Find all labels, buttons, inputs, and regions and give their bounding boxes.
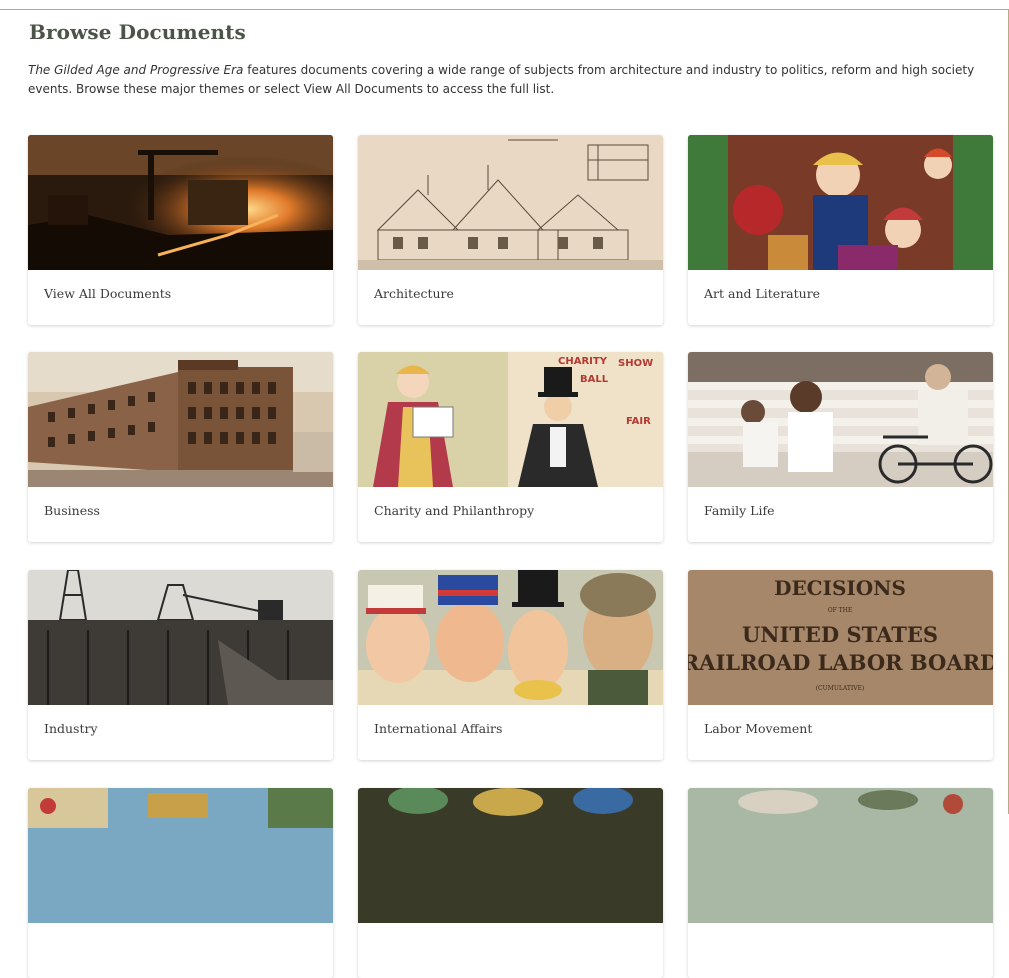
charity-sign-text: BALL — [580, 374, 609, 385]
theme-card[interactable] — [28, 788, 333, 978]
theme-card-label[interactable]: International Affairs — [374, 721, 502, 736]
business-building-image[interactable] — [28, 352, 333, 487]
theme-card-label[interactable]: View All Documents — [44, 286, 171, 301]
theme-card[interactable] — [358, 788, 663, 978]
theme-card-label[interactable]: Industry — [44, 721, 98, 736]
theme-card-business[interactable]: Business — [28, 352, 333, 542]
charity-sign-text: SHOW — [618, 358, 653, 369]
steel-mill-image[interactable] — [28, 135, 333, 270]
charity-sign-text: CHARITY — [558, 356, 608, 367]
theme-card-international-affairs[interactable]: International Affairs — [358, 570, 663, 760]
document-heading: UNITED STATES — [742, 622, 938, 647]
poster-image[interactable] — [358, 788, 663, 923]
industry-photo-image[interactable] — [28, 570, 333, 705]
charity-sign-text: FAIR — [626, 416, 651, 427]
document-subheading: (CUMULATIVE) — [816, 685, 865, 692]
theme-card-charity-philanthropy[interactable]: CHARITY BALL SHOW FAIR Charity and Phila… — [358, 352, 663, 542]
document-heading: DECISIONS — [774, 576, 906, 600]
labor-document-image[interactable]: DECISIONS OF THE UNITED STATES RAILROAD … — [688, 570, 993, 705]
theme-card-family-life[interactable]: Family Life — [688, 352, 993, 542]
theme-card[interactable] — [688, 788, 993, 978]
theme-grid: View All Documents Architecture Art and … — [0, 0, 1009, 978]
theme-card-industry[interactable]: Industry — [28, 570, 333, 760]
architecture-sketch-image[interactable] — [358, 135, 663, 270]
theme-card-label[interactable]: Architecture — [374, 286, 454, 301]
theme-card-label[interactable]: Charity and Philanthropy — [374, 503, 534, 518]
theme-card-labor-movement[interactable]: DECISIONS OF THE UNITED STATES RAILROAD … — [688, 570, 993, 760]
theme-card-view-all[interactable]: View All Documents — [28, 135, 333, 325]
theme-card-label[interactable]: Labor Movement — [704, 721, 812, 736]
theme-card-label[interactable]: Art and Literature — [704, 286, 820, 301]
art-illustration-image[interactable] — [688, 135, 993, 270]
theme-card-art-literature[interactable]: Art and Literature — [688, 135, 993, 325]
postcard-image[interactable] — [28, 788, 333, 923]
theme-card-label[interactable]: Business — [44, 503, 100, 518]
theme-card-label[interactable]: Family Life — [704, 503, 774, 518]
family-photo-image[interactable] — [688, 352, 993, 487]
theme-card-architecture[interactable]: Architecture — [358, 135, 663, 325]
document-subheading: OF THE — [828, 607, 853, 614]
international-cartoon-image[interactable] — [358, 570, 663, 705]
charity-cartoon-image[interactable]: CHARITY BALL SHOW FAIR — [358, 352, 663, 487]
painting-image[interactable] — [688, 788, 993, 923]
document-heading: RAILROAD LABOR BOARD — [688, 650, 993, 675]
